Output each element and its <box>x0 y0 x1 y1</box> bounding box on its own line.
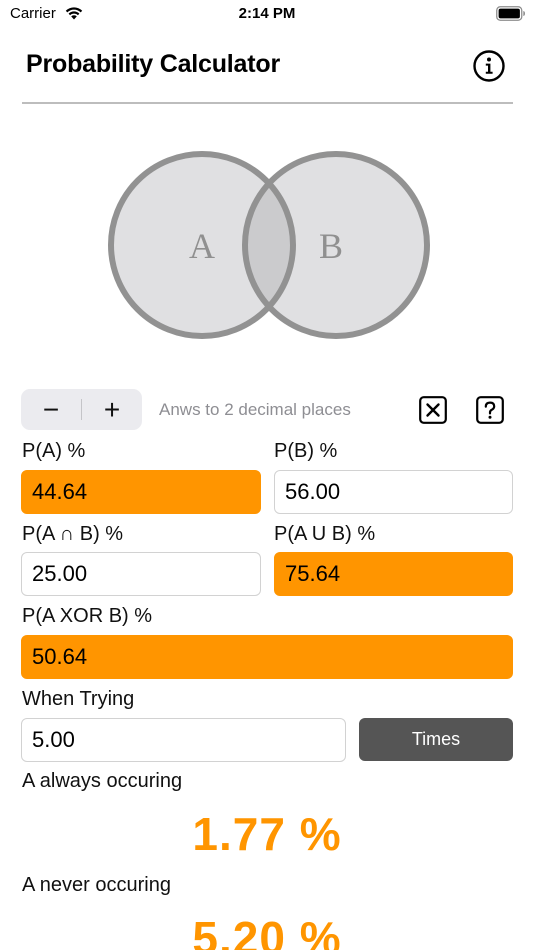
pa-xor-b-label: P(A XOR B) % <box>22 605 153 627</box>
venn-diagram: A B <box>108 151 430 339</box>
never-occurring-label: A never occuring <box>22 874 171 896</box>
header-divider <box>22 102 513 104</box>
pa-field[interactable]: 44.64 <box>21 470 261 514</box>
decrement-button[interactable]: − <box>21 389 81 430</box>
increment-button[interactable]: + <box>82 389 142 430</box>
pa-xor-b-field[interactable]: 50.64 <box>21 635 513 679</box>
pb-label: P(B) % <box>274 440 338 462</box>
trials-label: When Trying <box>22 688 135 710</box>
pa-and-b-field[interactable]: 25.00 <box>21 552 261 596</box>
pa-or-b-label: P(A U B) % <box>274 523 376 545</box>
page-title: Probability Calculator <box>26 50 280 78</box>
battery-icon <box>496 6 525 21</box>
venn-label-b: B <box>319 226 343 266</box>
always-occurring-value: 1.77 % <box>192 808 342 860</box>
decimal-stepper[interactable]: − + <box>21 389 142 430</box>
pa-label: P(A) % <box>22 440 86 462</box>
pa-and-b-label: P(A ∩ B) % <box>22 523 124 545</box>
status-bar: Carrier 2:14 PM <box>0 0 534 30</box>
decimal-places-hint: Anws to 2 decimal places <box>159 400 351 419</box>
never-occurring-value: 5.20 % <box>192 912 342 950</box>
info-icon[interactable] <box>472 49 506 83</box>
venn-label-a: A <box>189 226 215 266</box>
trials-field[interactable]: 5.00 <box>21 718 346 762</box>
times-button[interactable]: Times <box>359 718 513 761</box>
clear-x-icon[interactable] <box>419 396 447 424</box>
status-time: 2:14 PM <box>238 5 296 22</box>
pb-field[interactable]: 56.00 <box>274 470 513 514</box>
question-icon[interactable] <box>476 396 504 424</box>
pa-or-b-field[interactable]: 75.64 <box>274 552 513 596</box>
always-occurring-label: A always occuring <box>22 770 183 792</box>
